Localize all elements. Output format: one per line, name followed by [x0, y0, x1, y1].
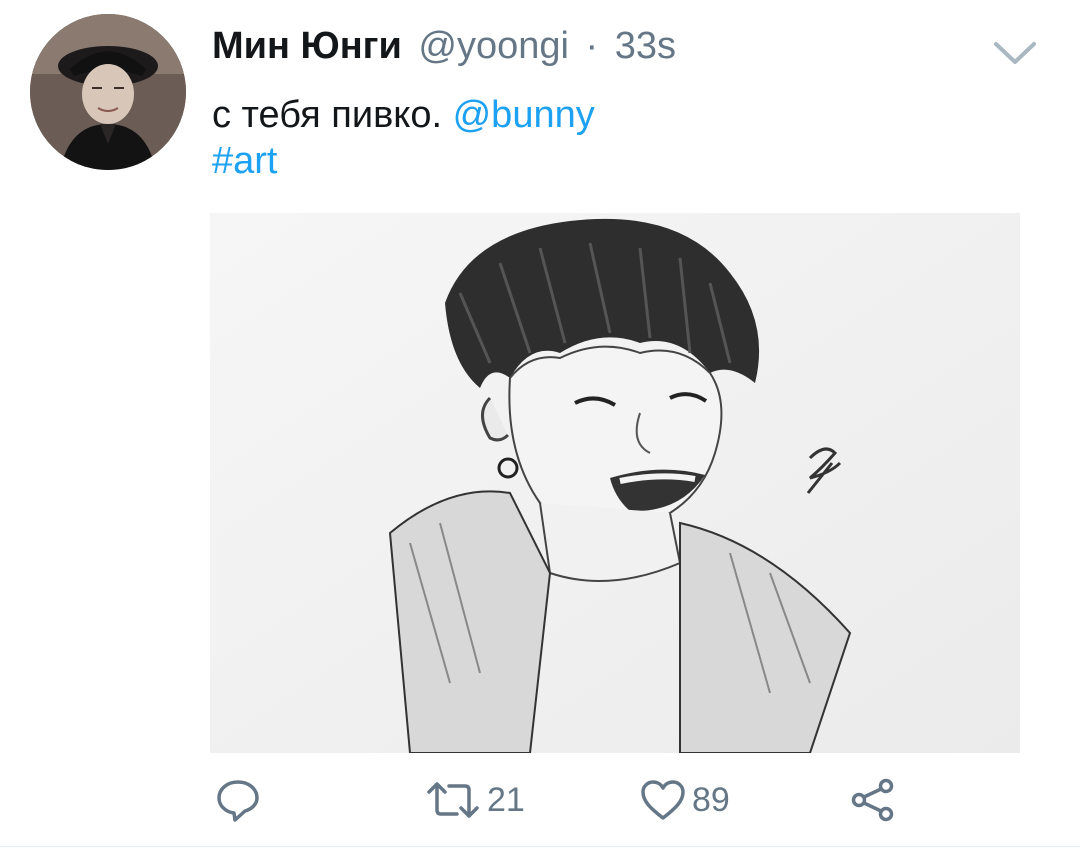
- reply-icon: [217, 780, 259, 822]
- tweet-media-image[interactable]: [210, 213, 1020, 753]
- reply-button[interactable]: [215, 778, 261, 822]
- share-icon: [851, 778, 894, 822]
- tweet-actions: 21 89: [0, 770, 1080, 830]
- chevron-down-icon: [994, 42, 1036, 64]
- tweet-timestamp[interactable]: 33s: [615, 25, 676, 67]
- share-button[interactable]: [850, 778, 896, 822]
- like-count: 89: [692, 780, 730, 819]
- author-display-name[interactable]: Мин Юнги: [212, 25, 402, 67]
- tweet-text-main: с тебя пивко.: [212, 94, 443, 136]
- tweet-menu-button[interactable]: [990, 38, 1040, 68]
- divider: [0, 846, 1080, 847]
- tweet-text-line-1: с тебя пивко. @bunny: [212, 92, 595, 138]
- mention-link[interactable]: @bunny: [453, 94, 595, 136]
- retweet-icon: [427, 782, 479, 818]
- tweet-text-line-2: #art: [212, 138, 595, 184]
- avatar[interactable]: [30, 14, 186, 170]
- heart-icon: [641, 780, 685, 820]
- tweet-header: Мин Юнги @yoongi · 33s: [212, 24, 676, 68]
- separator-dot: ·: [585, 25, 599, 67]
- sketch-image: [210, 213, 1020, 753]
- tweet-text: с тебя пивко. @bunny #art: [212, 92, 595, 184]
- author-handle[interactable]: @yoongi: [418, 25, 569, 67]
- like-button[interactable]: 89: [640, 778, 730, 822]
- tweet[interactable]: Мин Юнги @yoongi · 33s с тебя пивко. @bu…: [0, 0, 1080, 850]
- avatar-image: [30, 14, 186, 170]
- retweet-count: 21: [487, 780, 525, 819]
- hashtag-link[interactable]: #art: [212, 140, 277, 182]
- retweet-button[interactable]: 21: [425, 778, 525, 822]
